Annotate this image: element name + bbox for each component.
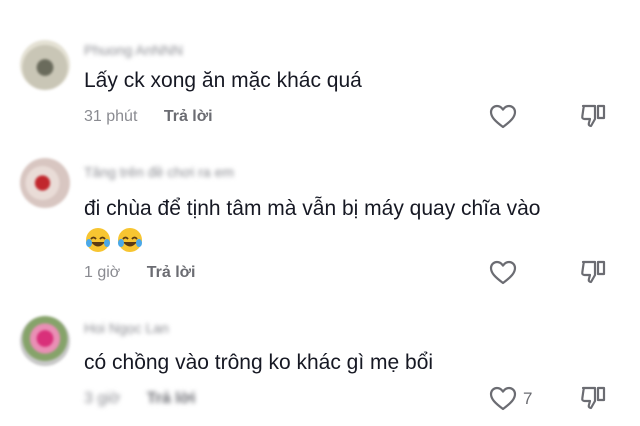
reply-button[interactable]: Trả lời xyxy=(147,390,196,407)
comment-meta: 3 giờ Trả lời xyxy=(84,390,195,408)
emoji-row xyxy=(84,226,148,259)
comment-text: có chồng vào trông ko khác gì mẹ bổi xyxy=(84,351,434,374)
comment-time: 3 giờ xyxy=(84,390,121,407)
face-with-tears-of-joy-icon xyxy=(116,226,144,259)
comment-username[interactable]: Tăng trên đề chơi ra em xyxy=(84,164,234,180)
reply-button[interactable]: Trả lời xyxy=(164,108,213,125)
avatar[interactable] xyxy=(20,316,70,366)
like-count: 7 xyxy=(523,389,533,408)
thumbs-down-icon[interactable] xyxy=(578,256,608,286)
thumbs-down-icon[interactable] xyxy=(578,382,608,412)
comment-meta: 1 giờ Trả lời xyxy=(84,264,195,282)
comment-time: 1 giờ xyxy=(84,264,121,281)
comment-item: Phuong AnNNN Lấy ck xong ăn mặc khác quá… xyxy=(0,0,640,140)
thumbs-down-icon[interactable] xyxy=(578,100,608,130)
face-with-tears-of-joy-icon xyxy=(84,226,112,259)
heart-icon[interactable] xyxy=(488,102,518,132)
comment-username[interactable]: Hoi Ngọc Lan xyxy=(84,320,169,336)
comment-meta: 31 phút Trả lời xyxy=(84,108,213,126)
comment-item: Tăng trên đề chơi ra em đi chùa để tịnh … xyxy=(0,140,640,300)
comment-time: 31 phút xyxy=(84,108,138,125)
comment-text: Lấy ck xong ăn mặc khác quá xyxy=(84,69,362,92)
comment-item: Hoi Ngọc Lan có chồng vào trông ko khác … xyxy=(0,300,640,426)
heart-icon[interactable] xyxy=(488,258,518,288)
comment-text: đi chùa để tịnh tâm mà vẫn bị máy quay c… xyxy=(84,197,541,220)
reply-button[interactable]: Trả lời xyxy=(147,264,196,281)
comment-username[interactable]: Phuong AnNNN xyxy=(84,42,183,58)
heart-icon[interactable] xyxy=(488,384,518,414)
avatar[interactable] xyxy=(20,158,70,208)
avatar[interactable] xyxy=(20,40,70,90)
